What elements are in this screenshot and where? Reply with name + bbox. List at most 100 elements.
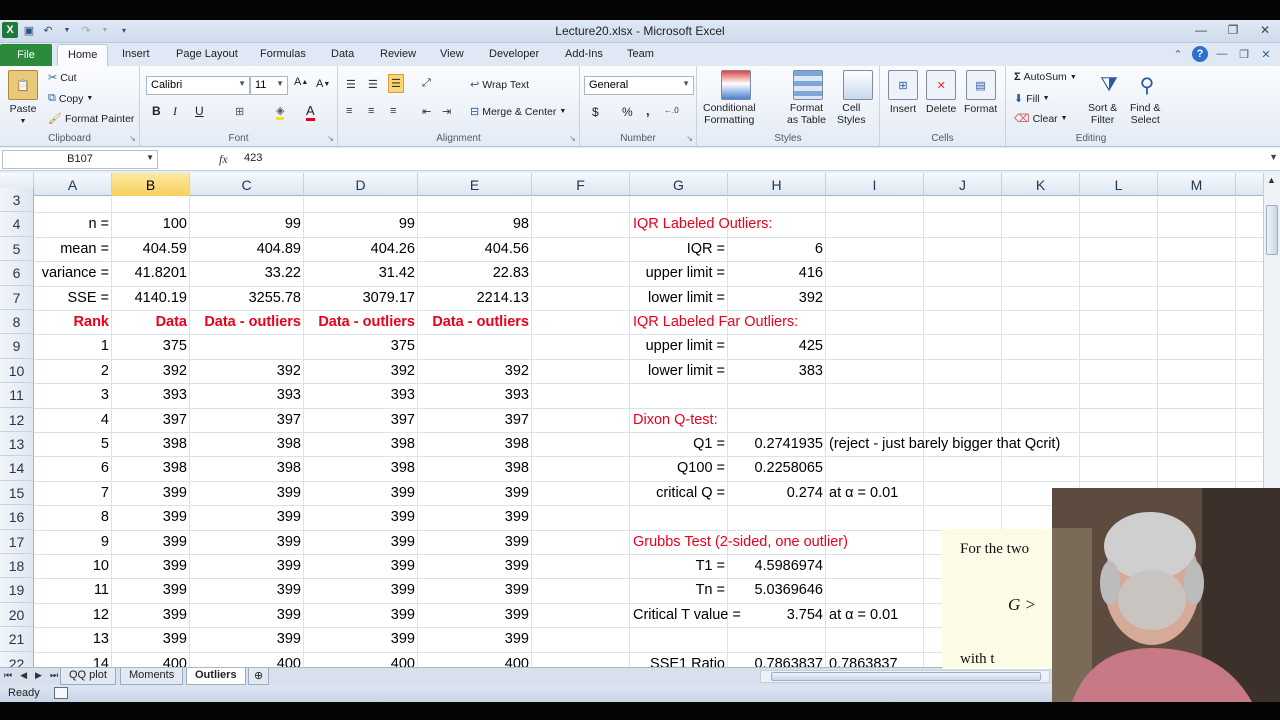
tab-view[interactable]: View <box>440 48 464 60</box>
cell-h15[interactable]: 0.274 <box>728 481 826 505</box>
minimize-icon[interactable]: — <box>1192 22 1210 38</box>
vertical-scroll-thumb[interactable] <box>1266 205 1278 255</box>
row-header-20[interactable]: 20 <box>0 602 34 628</box>
cell-e13[interactable]: 398 <box>418 432 532 456</box>
row-header-12[interactable]: 12 <box>0 407 34 432</box>
row-header-13[interactable]: 13 <box>0 432 34 457</box>
cell-d12[interactable]: 397 <box>304 408 418 432</box>
row-header-5[interactable]: 5 <box>0 236 34 262</box>
cell-g8[interactable]: IQR Labeled Far Outliers: <box>630 310 801 334</box>
cell-c5[interactable]: 404.89 <box>190 237 304 261</box>
row-header-6[interactable]: 6 <box>0 261 34 286</box>
cell-c22[interactable]: 400 <box>190 652 304 667</box>
fill-button[interactable]: ⬇ Fill ▼ <box>1014 92 1050 106</box>
column-header-b[interactable]: B <box>112 173 190 196</box>
cell-i22[interactable]: 0.7863837 <box>826 652 901 667</box>
tab-developer[interactable]: Developer <box>489 48 539 60</box>
cell-a10[interactable]: 2 <box>34 359 112 383</box>
cell-g12[interactable]: Dixon Q-test: <box>630 408 721 432</box>
cell-b15[interactable]: 399 <box>112 481 190 505</box>
cell-a9[interactable]: 1 <box>34 334 112 358</box>
paste-button[interactable]: 📋 Paste ▼ <box>8 70 38 125</box>
increase-indent-button[interactable]: ⇥ <box>442 105 451 118</box>
align-left-button[interactable]: ≡ <box>346 105 352 117</box>
cell-c15[interactable]: 399 <box>190 481 304 505</box>
align-center-button[interactable]: ≡ <box>368 105 374 117</box>
shrink-font-button[interactable]: A ▼ <box>316 78 330 90</box>
row-header-11[interactable]: 11 <box>0 383 34 408</box>
cell-c8[interactable]: Data - outliers <box>190 310 304 334</box>
cell-c7[interactable]: 3255.78 <box>190 286 304 310</box>
cell-h13[interactable]: 0.2741935 <box>728 432 826 456</box>
cut-button[interactable]: ✂ Cut <box>48 71 77 85</box>
cell-e18[interactable]: 399 <box>418 554 532 578</box>
cell-h10[interactable]: 383 <box>728 359 826 383</box>
cell-d19[interactable]: 399 <box>304 578 418 602</box>
tab-add-ins[interactable]: Add-Ins <box>565 48 603 60</box>
restore-icon[interactable]: ❐ <box>1224 22 1242 38</box>
horizontal-scroll-thumb[interactable] <box>771 672 1041 681</box>
increase-decimal-button[interactable]: ←.0 <box>664 106 679 115</box>
cell-h20[interactable]: 3.754 <box>728 603 826 627</box>
last-sheet-icon[interactable]: ⏭ <box>50 670 58 681</box>
cell-e20[interactable]: 399 <box>418 603 532 627</box>
cell-h5[interactable]: 6 <box>728 237 826 261</box>
cell-e14[interactable]: 398 <box>418 456 532 480</box>
cell-a5[interactable]: mean = <box>34 237 112 261</box>
tab-review[interactable]: Review <box>380 48 416 60</box>
cell-b22[interactable]: 400 <box>112 652 190 667</box>
cell-a16[interactable]: 8 <box>34 505 112 529</box>
insert-function-icon[interactable]: fx <box>219 152 228 167</box>
insert-sheet-button[interactable]: ⊕ <box>248 668 270 685</box>
cell-d16[interactable]: 399 <box>304 505 418 529</box>
bold-button[interactable]: B <box>152 104 161 118</box>
cell-styles-button[interactable] <box>843 70 873 100</box>
cell-b9[interactable]: 375 <box>112 334 190 358</box>
cell-c4[interactable]: 99 <box>190 212 304 236</box>
orientation-button[interactable]: ⤢ <box>422 77 431 90</box>
decrease-indent-button[interactable]: ⇤ <box>422 105 431 118</box>
column-header-k[interactable]: K <box>1002 173 1080 196</box>
cell-h14[interactable]: 0.2258065 <box>728 456 826 480</box>
grow-font-button[interactable]: A ▲ <box>294 76 308 88</box>
column-header-e[interactable]: E <box>418 173 532 196</box>
row-header-22[interactable]: 22 <box>0 651 34 667</box>
cell-d18[interactable]: 399 <box>304 554 418 578</box>
tab-data[interactable]: Data <box>331 48 354 60</box>
cell-h6[interactable]: 416 <box>728 261 826 285</box>
number-format-combo[interactable]: General ▼ <box>584 76 694 95</box>
formula-input[interactable]: 423 <box>244 152 262 164</box>
cell-g6[interactable]: upper limit = <box>630 261 728 285</box>
clear-button[interactable]: ⌫ Clear ▼ <box>1014 112 1068 126</box>
cell-a11[interactable]: 3 <box>34 383 112 407</box>
cell-e8[interactable]: Data - outliers <box>418 310 532 334</box>
cell-d4[interactable]: 99 <box>304 212 418 236</box>
column-header-d[interactable]: D <box>304 173 418 196</box>
column-header-l[interactable]: L <box>1080 173 1158 196</box>
cell-g9[interactable]: upper limit = <box>630 334 728 358</box>
comma-button[interactable]: , <box>646 103 650 118</box>
cell-h19[interactable]: 5.0369646 <box>728 578 826 602</box>
tab-page-layout[interactable]: Page Layout <box>176 48 238 60</box>
cell-b21[interactable]: 399 <box>112 627 190 651</box>
cell-e21[interactable]: 399 <box>418 627 532 651</box>
cell-g17[interactable]: Grubbs Test (2-sided, one outlier) <box>630 530 851 554</box>
cell-a18[interactable]: 10 <box>34 554 112 578</box>
row-header-9[interactable]: 9 <box>0 334 34 359</box>
cell-a6[interactable]: variance = <box>34 261 112 285</box>
cell-e11[interactable]: 393 <box>418 383 532 407</box>
cell-c20[interactable]: 399 <box>190 603 304 627</box>
cell-g4[interactable]: IQR Labeled Outliers: <box>630 212 775 236</box>
cell-d9[interactable]: 375 <box>304 334 418 358</box>
cell-a12[interactable]: 4 <box>34 408 112 432</box>
column-header-c[interactable]: C <box>190 173 304 196</box>
cell-g5[interactable]: IQR = <box>630 237 728 261</box>
align-top-button[interactable]: ☰ <box>346 78 356 91</box>
dialog-launcher-icon[interactable]: ↘ <box>686 134 693 143</box>
cell-d17[interactable]: 399 <box>304 530 418 554</box>
cell-g18[interactable]: T1 = <box>630 554 728 578</box>
cell-i20[interactable]: at α = 0.01 <box>826 603 901 627</box>
cell-b8[interactable]: Data <box>112 310 190 334</box>
cell-a22[interactable]: 14 <box>34 652 112 667</box>
cell-c19[interactable]: 399 <box>190 578 304 602</box>
